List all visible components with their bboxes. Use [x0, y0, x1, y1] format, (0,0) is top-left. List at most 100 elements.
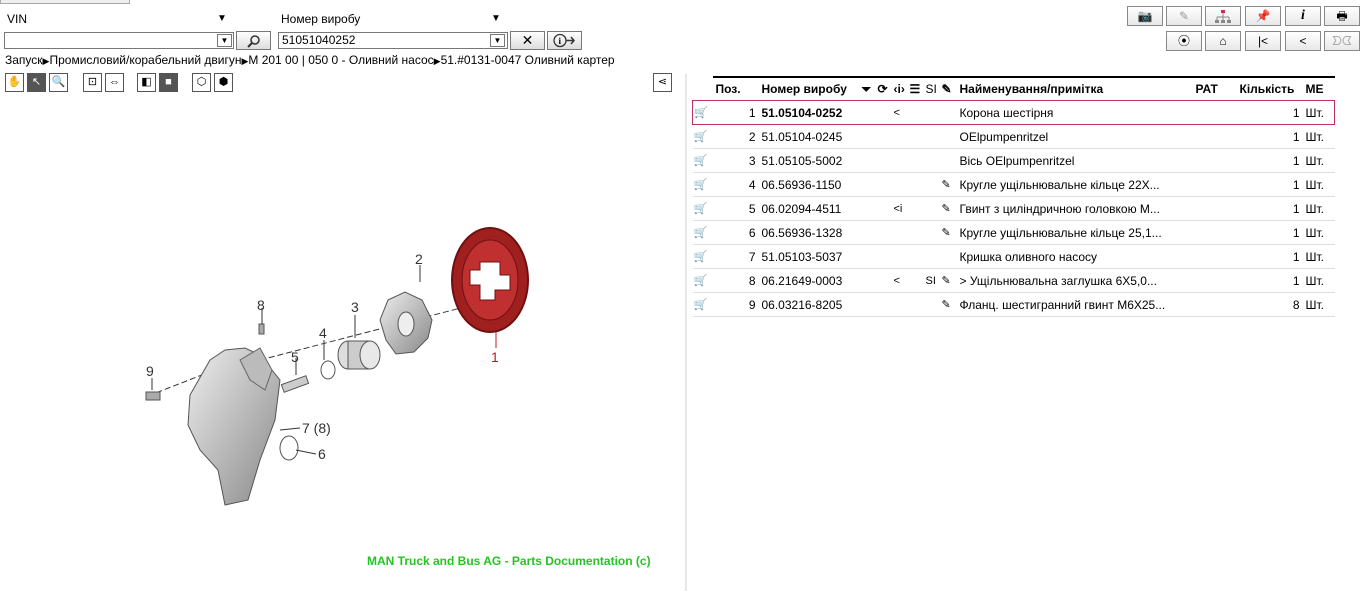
print-button[interactable]: 🖶 — [1324, 6, 1360, 26]
callout-6[interactable]: 6 — [318, 446, 326, 462]
part-number-cell[interactable]: 51.05104-0252 — [758, 100, 861, 125]
si-cell[interactable] — [924, 292, 941, 317]
name-header[interactable]: Найменування/примітка — [956, 76, 1193, 101]
vin-dropdown-arrow-icon[interactable]: ▼ — [217, 13, 227, 24]
view-solid-tool[interactable]: ■ — [159, 73, 178, 92]
si-cell[interactable] — [924, 124, 941, 149]
callout-3[interactable]: 3 — [351, 299, 359, 315]
si-cell[interactable] — [924, 100, 941, 125]
tool-cell[interactable] — [940, 148, 957, 173]
filter-header[interactable]: ⏷ — [860, 76, 877, 101]
camera-button[interactable]: 📷 — [1127, 6, 1163, 26]
flag-cell[interactable] — [892, 292, 909, 317]
cart-icon[interactable]: 🛒 — [692, 244, 713, 269]
callout-2[interactable]: 2 — [415, 251, 423, 267]
part-number-cell[interactable]: 51.05105-5002 — [758, 148, 861, 173]
tool-cell[interactable]: ✎ — [940, 268, 957, 293]
pinion-2[interactable] — [379, 291, 433, 355]
ring-gear-1[interactable] — [451, 227, 529, 333]
cart-icon[interactable]: 🛒 — [692, 148, 713, 173]
table-row[interactable]: 🛒 3 51.05105-5002 Вісь OElpumpenritzel 1 Шт. — [692, 148, 1335, 173]
edit-button[interactable]: ✎ — [1166, 6, 1202, 26]
si-cell[interactable] — [924, 220, 941, 245]
table-row[interactable]: 🛒 6 06.56936-1328 ✎ Кругле ущільнювальне кіл… — [692, 220, 1335, 245]
part-number-cell[interactable]: 51.05103-5037 — [758, 244, 861, 269]
cart-icon[interactable]: 🛒 — [692, 292, 713, 317]
table-row[interactable]: 🛒 7 51.05103-5037 Кришка оливного насосу 1 Шт… — [692, 244, 1335, 269]
flag-cell[interactable] — [892, 148, 909, 173]
print-preview-button[interactable]: ᗤᗧ — [1324, 31, 1360, 51]
tool-header[interactable]: ✎ — [940, 76, 957, 101]
callout-1[interactable]: 1 — [491, 349, 499, 365]
vin-select-button[interactable]: ▼ — [217, 34, 232, 47]
info-go-button[interactable]: i — [547, 31, 582, 50]
part-number-cell[interactable]: 06.03216-8205 — [758, 292, 861, 317]
table-row[interactable]: 🛒 5 06.02094-4511 <i ✎ Гвинт з циліндричною г… — [692, 196, 1335, 221]
table-row[interactable]: 🛒 1 51.05104-0252 < Корона шестірня 1 Шт. — [692, 100, 1335, 125]
shaft-3[interactable] — [337, 340, 381, 370]
flag-cell[interactable] — [892, 124, 909, 149]
panel-divider[interactable] — [685, 74, 687, 591]
tool-cell[interactable] — [940, 100, 957, 125]
cart-icon[interactable]: 🛒 — [692, 196, 713, 221]
previous-button[interactable]: < — [1285, 31, 1321, 51]
table-row[interactable]: 🛒 9 06.03216-8205 ✎ Фланц. шестигранний гвин… — [692, 292, 1335, 317]
tool-cell[interactable] — [940, 244, 957, 269]
product-select-button[interactable]: ▼ — [490, 34, 505, 47]
cart-icon[interactable]: 🛒 — [692, 100, 713, 125]
breadcrumb-engine[interactable]: Промисловий/корабельний двигун — [49, 53, 241, 67]
bolt-5[interactable] — [280, 375, 310, 393]
table-row[interactable]: 🛒 2 51.05104-0245 OElpumpenritzel 1 Шт. — [692, 124, 1335, 149]
flag-cell[interactable] — [892, 244, 909, 269]
part-number-cell[interactable]: 06.21649-0003 — [758, 268, 861, 293]
cart-icon[interactable]: 🛒 — [692, 172, 713, 197]
callout-7[interactable]: 7 (8) — [302, 420, 331, 436]
part-number-cell[interactable]: 06.02094-4511 — [758, 196, 861, 221]
cart-icon[interactable]: 🛒 — [692, 124, 713, 149]
flag-cell[interactable]: < — [892, 268, 909, 293]
fit-tool[interactable]: ⊡ — [83, 73, 102, 92]
pan-tool[interactable]: ✋ — [5, 73, 24, 92]
si-cell[interactable] — [924, 148, 941, 173]
flag-cell[interactable]: <i — [892, 196, 909, 221]
clear-button[interactable]: ✕ — [510, 31, 545, 50]
tree-button[interactable] — [1205, 6, 1241, 26]
rat-header[interactable]: РАТ — [1192, 76, 1237, 101]
quantity-header[interactable]: Кількість — [1236, 76, 1303, 101]
part-number-header[interactable]: Номер виробу — [758, 76, 861, 101]
zoom-tool[interactable]: 🔍 — [49, 73, 68, 92]
pos-header[interactable]: Поз. — [712, 76, 759, 101]
callout-4[interactable]: 4 — [319, 325, 327, 341]
product-number-input[interactable]: 51051040252 — [278, 32, 508, 49]
product-dropdown-arrow-icon[interactable]: ▼ — [491, 13, 501, 24]
si-cell[interactable] — [924, 196, 941, 221]
first-button[interactable]: |< — [1245, 31, 1281, 51]
replace-header[interactable]: ⟳ — [876, 76, 893, 101]
part-number-cell[interactable]: 51.05104-0245 — [758, 124, 861, 149]
cart-icon[interactable]: 🛒 — [692, 268, 713, 293]
list-header[interactable]: ☰ — [908, 76, 925, 101]
select-tool[interactable]: ↖ — [27, 73, 46, 92]
part-number-cell[interactable]: 06.56936-1328 — [758, 220, 861, 245]
part-number-cell[interactable]: 06.56936-1150 — [758, 172, 861, 197]
unit-header[interactable]: МЕ — [1302, 76, 1335, 101]
si-cell[interactable] — [924, 244, 941, 269]
iso-view-tool[interactable]: ⬡ — [192, 73, 211, 92]
tool-cell[interactable]: ✎ — [940, 220, 957, 245]
home-button[interactable]: ⌂ — [1205, 31, 1241, 51]
tool-cell[interactable]: ✎ — [940, 172, 957, 197]
flag-cell[interactable] — [892, 220, 909, 245]
iso-view-2-tool[interactable]: ⬢ — [214, 73, 233, 92]
top-tab[interactable] — [0, 0, 130, 4]
code-header[interactable]: ‹i› — [892, 76, 909, 101]
breadcrumb-oil-pump[interactable]: M 201 00 | 050 0 - Оливний насос — [248, 53, 433, 67]
table-row[interactable]: 🛒 8 06.21649-0003 < SI ✎ > Ущільнювальна загл… — [692, 268, 1335, 293]
callout-8[interactable]: 8 — [257, 297, 265, 313]
bolt-9[interactable] — [145, 391, 161, 401]
vin-input[interactable] — [4, 32, 234, 49]
tool-cell[interactable]: ✎ — [940, 196, 957, 221]
cart-icon[interactable]: 🛒 — [692, 220, 713, 245]
table-row[interactable]: 🛒 4 06.56936-1150 ✎ Кругле ущільнювальне кіл… — [692, 172, 1335, 197]
disc-button[interactable]: ⦿ — [1166, 31, 1202, 51]
si-header[interactable]: SI — [924, 76, 941, 101]
